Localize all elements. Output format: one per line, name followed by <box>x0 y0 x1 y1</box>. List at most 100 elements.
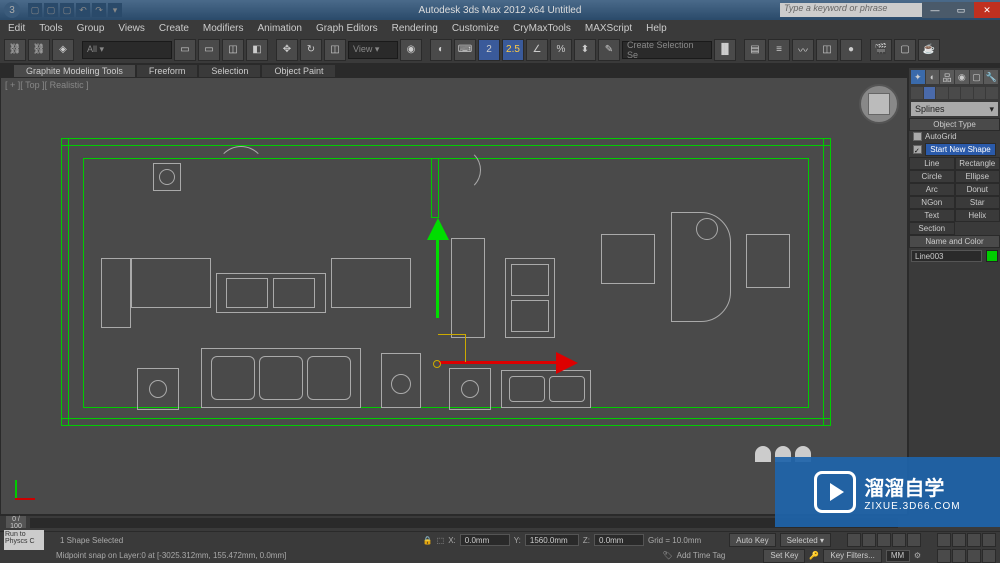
edit-named-icon[interactable]: ✎ <box>598 39 620 61</box>
gizmo-xy-plane[interactable] <box>438 334 466 362</box>
goto-end-icon[interactable] <box>907 533 921 547</box>
arc-rotate-icon[interactable] <box>952 533 966 547</box>
y-coord-input[interactable]: 1560.0mm <box>525 534 579 546</box>
percent-snap-icon[interactable]: % <box>550 39 572 61</box>
menu-maxscript[interactable]: MAXScript <box>579 23 638 34</box>
next-frame-icon[interactable] <box>892 533 906 547</box>
select-region-icon[interactable]: ◫ <box>222 39 244 61</box>
select-link-icon[interactable]: ⛓ <box>4 39 26 61</box>
menu-animation[interactable]: Animation <box>251 23 307 34</box>
menu-customize[interactable]: Customize <box>446 23 505 34</box>
shapes-category-dropdown[interactable]: Splines▾ <box>911 102 998 116</box>
coord-mode-icon[interactable]: ⬚ <box>437 536 445 545</box>
snap-2d-icon[interactable]: 2 <box>478 39 500 61</box>
menu-help[interactable]: Help <box>640 23 673 34</box>
qat-new-icon[interactable]: ▢ <box>28 3 42 17</box>
geometry-icon[interactable] <box>911 87 923 99</box>
keyboard-icon[interactable]: ⌨ <box>454 39 476 61</box>
ngon-button[interactable]: NGon <box>909 196 955 209</box>
material-icon[interactable]: ● <box>840 39 862 61</box>
start-new-shape-checkbox[interactable] <box>913 145 922 154</box>
circle-button[interactable]: Circle <box>909 170 955 183</box>
render-frame-icon[interactable]: ▢ <box>894 39 916 61</box>
helpers-icon[interactable] <box>961 87 973 99</box>
window-cross-icon[interactable]: ◧ <box>246 39 268 61</box>
menu-edit[interactable]: Edit <box>2 23 31 34</box>
object-color-swatch[interactable] <box>986 250 998 262</box>
line-button[interactable]: Line <box>909 157 955 170</box>
selection-filter-dropdown[interactable]: All ▾ <box>82 41 172 59</box>
menu-crymaxtools[interactable]: CryMaxTools <box>507 23 577 34</box>
object-name-input[interactable]: Line003 <box>911 250 982 262</box>
gizmo-y-arrow-icon[interactable] <box>427 218 449 240</box>
render-setup-icon[interactable]: 🎬 <box>870 39 892 61</box>
gizmo-y-axis[interactable] <box>436 228 439 318</box>
time-config-icon[interactable]: ⚙ <box>914 551 921 560</box>
manipulate-icon[interactable]: ◐ <box>430 39 452 61</box>
gizmo-x-arrow-icon[interactable] <box>556 352 578 374</box>
x-coord-input[interactable]: 0.0mm <box>460 534 510 546</box>
add-time-tag[interactable]: Add Time Tag <box>677 551 726 560</box>
section-button[interactable]: Section <box>909 222 955 235</box>
display-tab-icon[interactable]: ▢ <box>970 70 984 84</box>
snap-25-icon[interactable]: 2.5 <box>502 39 524 61</box>
time-slider[interactable]: 0 / 100 <box>6 516 26 528</box>
donut-button[interactable]: Donut <box>955 183 1000 196</box>
autogrid-checkbox[interactable] <box>913 132 922 141</box>
zoom-extents-icon[interactable] <box>937 549 951 563</box>
menu-modifiers[interactable]: Modifiers <box>197 23 250 34</box>
z-coord-input[interactable]: 0.0mm <box>594 534 644 546</box>
app-logo-icon[interactable]: 3 <box>4 2 20 18</box>
menu-rendering[interactable]: Rendering <box>386 23 444 34</box>
text-button[interactable]: Text <box>909 209 955 222</box>
viewport-top[interactable]: [ + ][ Top ][ Realistic ] <box>0 77 908 515</box>
lock-icon[interactable]: 🔒 <box>423 536 433 545</box>
tab-freeform[interactable]: Freeform <box>137 65 198 77</box>
tab-object-paint[interactable]: Object Paint <box>262 65 335 77</box>
qat-undo-icon[interactable]: ↶ <box>76 3 90 17</box>
pivot-icon[interactable]: ◉ <box>400 39 422 61</box>
qat-redo-icon[interactable]: ↷ <box>92 3 106 17</box>
render-icon[interactable]: ☕ <box>918 39 940 61</box>
mm-input[interactable]: MM <box>886 550 910 562</box>
rotate-icon[interactable]: ↻ <box>300 39 322 61</box>
close-button[interactable]: ✕ <box>974 2 1000 18</box>
key-filters-button[interactable]: Key Filters... <box>823 549 881 563</box>
curve-editor-icon[interactable]: 〰 <box>792 39 814 61</box>
ref-coord-dropdown[interactable]: View ▾ <box>348 41 398 59</box>
modify-tab-icon[interactable]: ◐ <box>926 70 940 84</box>
spacewarps-icon[interactable] <box>974 87 986 99</box>
zoom-icon[interactable] <box>967 533 981 547</box>
unlink-icon[interactable]: ⛓ <box>28 39 50 61</box>
shapes-icon[interactable] <box>924 87 936 99</box>
lights-icon[interactable] <box>936 87 948 99</box>
select-name-icon[interactable]: ▭ <box>198 39 220 61</box>
ellipse-button[interactable]: Ellipse <box>955 170 1000 183</box>
hierarchy-tab-icon[interactable]: 品 <box>940 70 954 84</box>
auto-key-button[interactable]: Auto Key <box>729 533 775 547</box>
zoom-all-icon[interactable] <box>982 533 996 547</box>
key-mode-icon[interactable]: 🔑 <box>809 551 819 560</box>
create-tab-icon[interactable]: ✦ <box>911 70 925 84</box>
systems-icon[interactable] <box>986 87 998 99</box>
helix-button[interactable]: Helix <box>955 209 1000 222</box>
menu-create[interactable]: Create <box>153 23 195 34</box>
set-key-button[interactable]: Set Key <box>763 549 805 563</box>
tab-graphite[interactable]: Graphite Modeling Tools <box>14 65 135 77</box>
time-tag-icon[interactable]: 🏷 <box>662 551 672 560</box>
max-viewport-icon[interactable] <box>967 549 981 563</box>
cameras-icon[interactable] <box>949 87 961 99</box>
move-icon[interactable]: ✥ <box>276 39 298 61</box>
mirror-icon[interactable]: ▐▌ <box>714 39 736 61</box>
layers-icon[interactable]: ≡ <box>768 39 790 61</box>
scale-icon[interactable]: ◫ <box>324 39 346 61</box>
timeline[interactable]: 0 / 100 <box>0 515 908 531</box>
schematic-icon[interactable]: ◫ <box>816 39 838 61</box>
qat-save-icon[interactable]: ▢ <box>60 3 74 17</box>
star-button[interactable]: Star <box>955 196 1000 209</box>
region-zoom-icon[interactable] <box>982 549 996 563</box>
bind-icon[interactable]: ◈ <box>52 39 74 61</box>
search-input[interactable]: Type a keyword or phrase <box>780 3 940 17</box>
minimize-button[interactable]: — <box>922 2 948 18</box>
script-listener[interactable]: Run to Physcs C <box>4 530 44 550</box>
